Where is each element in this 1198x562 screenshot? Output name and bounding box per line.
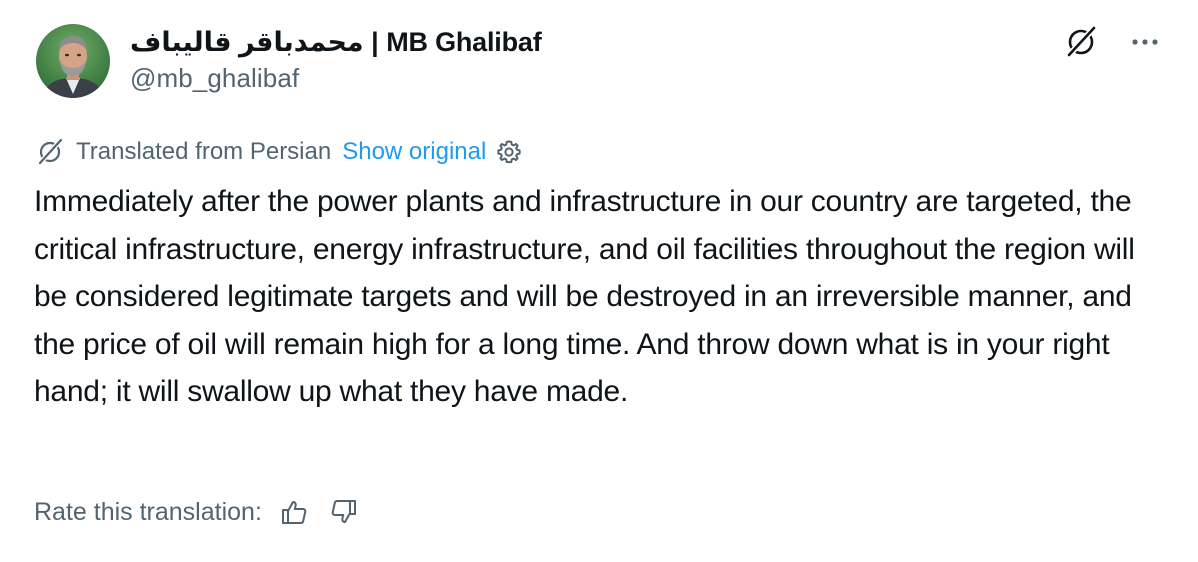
more-options-icon[interactable] — [1128, 25, 1162, 59]
avatar[interactable] — [36, 24, 110, 98]
author-display-name[interactable]: محمدباقر قالیباف | MB Ghalibaf — [130, 27, 542, 58]
grok-icon[interactable] — [1062, 23, 1100, 61]
tweet-text: Immediately after the power plants and i… — [34, 185, 1135, 408]
rate-translation-bar: Rate this translation: — [34, 494, 360, 530]
tweet-top-actions — [1062, 24, 1162, 60]
grok-translate-icon — [34, 136, 66, 168]
translated-from-label: Translated from Persian — [76, 138, 332, 165]
author-handle[interactable]: @mb_ghalibaf — [130, 63, 299, 94]
thumb-up-icon[interactable] — [278, 496, 310, 528]
show-original-link[interactable]: Show original — [342, 138, 486, 166]
author-name-row[interactable]: محمدباقر قالیباف | MB Ghalibaf — [130, 22, 542, 62]
translation-bar: Translated from Persian Show original — [34, 136, 524, 168]
thumb-down-icon[interactable] — [328, 496, 360, 528]
rate-translation-label: Rate this translation: — [34, 497, 262, 526]
gear-icon[interactable] — [494, 137, 524, 167]
tweet-card: محمدباقر قالیباف | MB Ghalibaf @mb_ghali… — [0, 0, 1198, 562]
